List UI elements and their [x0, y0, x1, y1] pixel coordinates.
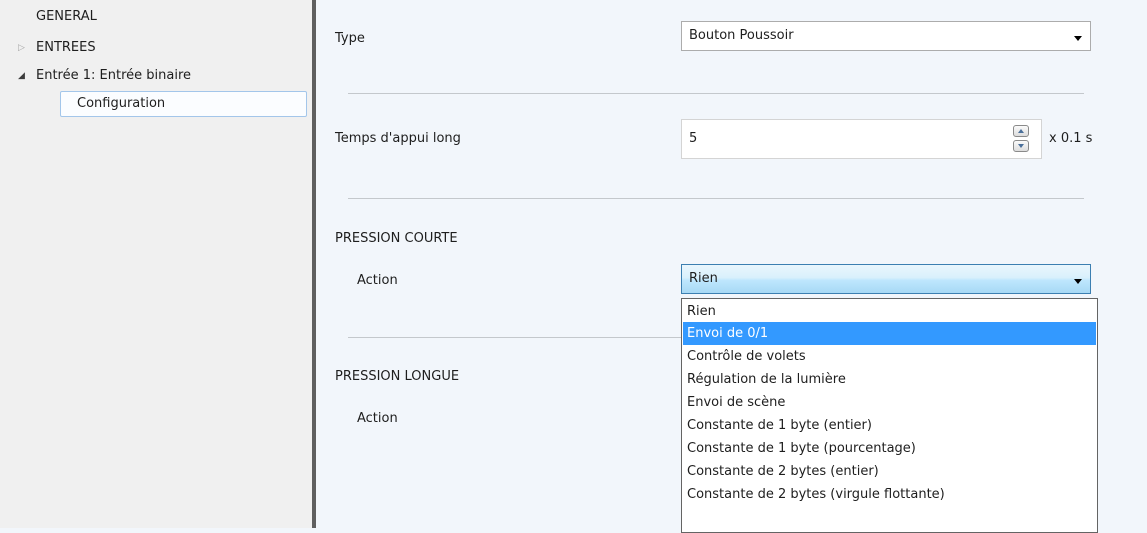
long-press-time-input[interactable]: 5 — [681, 119, 1042, 159]
short-press-action-select[interactable]: Rien — [681, 264, 1091, 294]
action-dropdown-list: Rien Envoi de 0/1 Contrôle de volets Rég… — [681, 298, 1098, 533]
short-press-action-value: Rien — [689, 271, 718, 286]
tree-item-entrees[interactable]: ▷ ENTREES — [0, 38, 312, 58]
sidebar-tree: GENERAL ▷ ENTREES ◢ Entrée 1: Entrée bin… — [0, 0, 312, 528]
dropdown-option[interactable]: Constante de 2 bytes (entier) — [683, 460, 1096, 483]
type-label: Type — [335, 31, 365, 46]
expand-arrow-icon[interactable]: ▷ — [18, 38, 25, 58]
short-press-action-label: Action — [357, 273, 398, 288]
separator — [348, 198, 1084, 199]
tree-item-label: GENERAL — [36, 9, 97, 24]
tree-item-label: ENTREES — [36, 40, 96, 55]
long-press-action-label: Action — [357, 411, 398, 426]
dropdown-option[interactable]: Rien — [683, 300, 1096, 323]
type-select[interactable]: Bouton Poussoir — [681, 21, 1091, 51]
chevron-down-icon — [1074, 36, 1082, 41]
dropdown-option[interactable]: Envoi de scène — [683, 391, 1096, 414]
dropdown-option-highlighted[interactable]: Envoi de 0/1 — [683, 322, 1096, 345]
collapse-arrow-icon[interactable]: ◢ — [18, 66, 25, 86]
dropdown-option[interactable]: Constante de 1 byte (entier) — [683, 414, 1096, 437]
tree-item-configuration[interactable]: Configuration — [60, 91, 307, 117]
separator — [348, 337, 681, 338]
dropdown-option[interactable]: Constante de 2 bytes (virgule flottante) — [683, 483, 1096, 506]
spin-down-icon[interactable] — [1013, 140, 1029, 152]
separator — [348, 93, 1084, 94]
chevron-down-icon — [1074, 279, 1082, 284]
tree-item-general[interactable]: GENERAL — [0, 7, 312, 27]
short-press-section-title: PRESSION COURTE — [335, 231, 458, 246]
long-press-unit: x 0.1 s — [1049, 131, 1093, 146]
long-press-time-value: 5 — [689, 131, 698, 146]
spin-up-icon[interactable] — [1013, 125, 1029, 137]
type-select-value: Bouton Poussoir — [689, 28, 794, 43]
dropdown-option[interactable]: Constante de 1 byte (pourcentage) — [683, 437, 1096, 460]
tree-item-label: Entrée 1: Entrée binaire — [36, 68, 191, 83]
long-press-section-title: PRESSION LONGUE — [335, 369, 460, 384]
long-press-time-label: Temps d'appui long — [335, 131, 461, 146]
tree-item-label: Configuration — [77, 96, 166, 111]
tree-item-entree-1[interactable]: ◢ Entrée 1: Entrée binaire — [0, 66, 312, 86]
dropdown-option[interactable]: Contrôle de volets — [683, 345, 1096, 368]
dropdown-option[interactable]: Régulation de la lumière — [683, 368, 1096, 391]
